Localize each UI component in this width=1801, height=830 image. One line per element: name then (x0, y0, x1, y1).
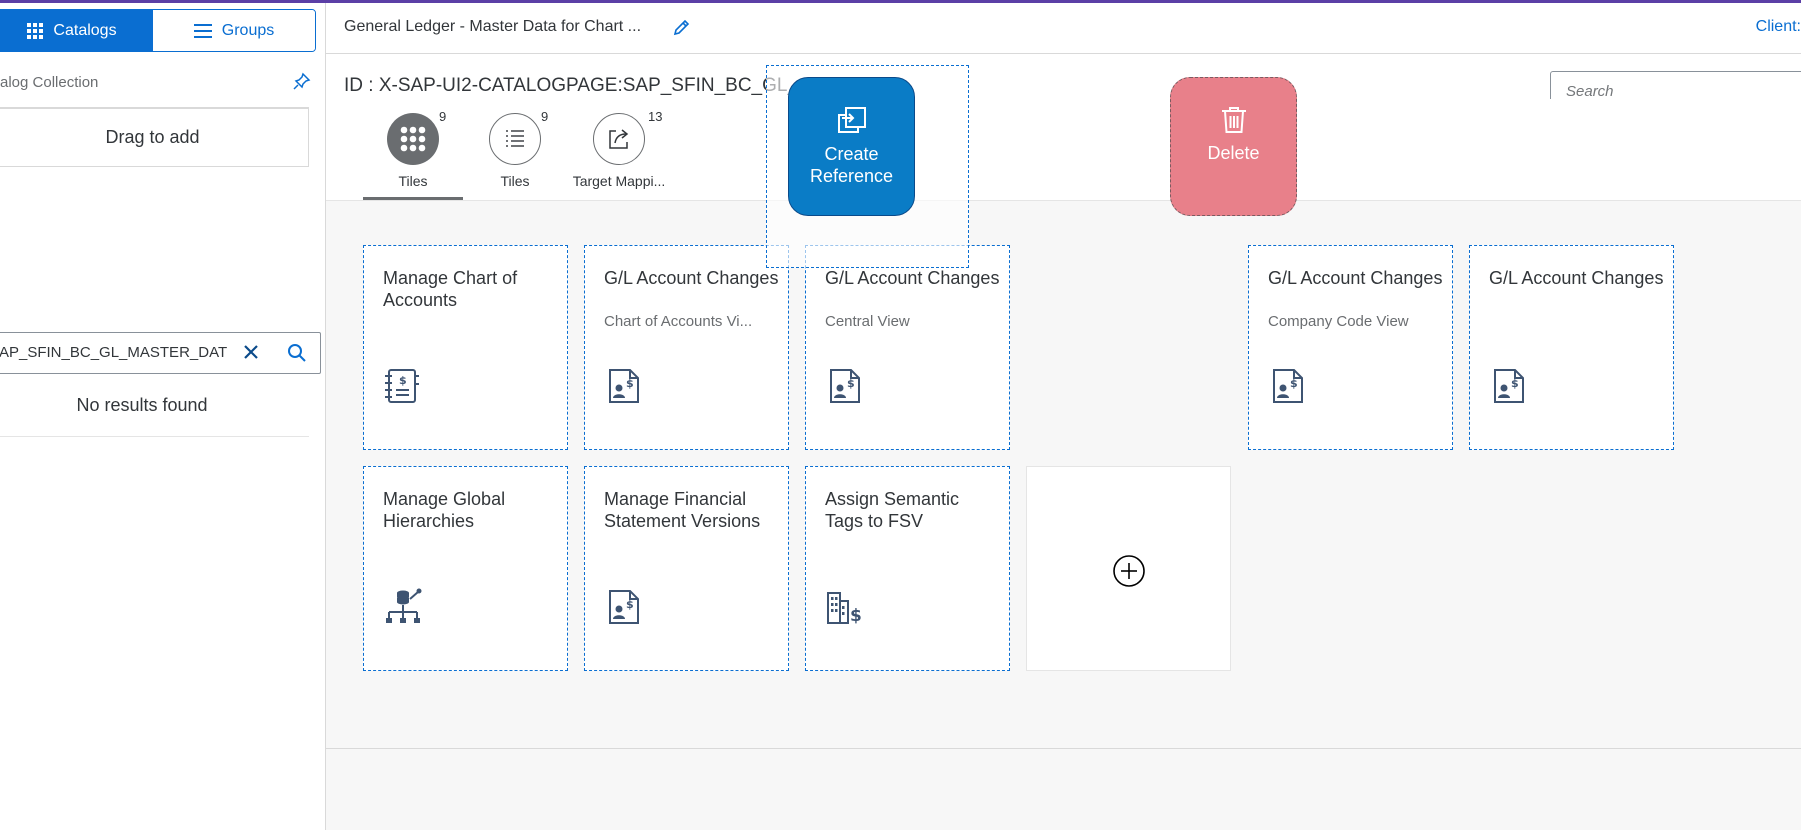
menu-icon (193, 23, 212, 38)
tile-gl-account-changes-central-view[interactable]: G/L Account Changes Central View $ (805, 245, 1010, 450)
create-reference-label: Create Reference (809, 144, 894, 186)
tile-subtitle: Company Code View (1268, 313, 1409, 330)
tab-count: 9 (439, 109, 447, 124)
client-label[interactable]: Client: (1756, 18, 1801, 36)
divider (0, 436, 309, 437)
tab-label: Target Mappi... (572, 173, 666, 189)
hierarchy-icon (386, 588, 422, 623)
add-tile-button[interactable] (1026, 466, 1231, 671)
tile-gl-account-changes-company-code-view[interactable]: G/L Account Changes Company Code View $ (1248, 245, 1453, 450)
main-area: General Ledger - Master Data for Chart .… (326, 3, 1801, 830)
account-doc-icon: $ (609, 369, 639, 403)
svg-text:$: $ (1290, 377, 1298, 390)
svg-text:$: $ (1511, 377, 1519, 390)
tile-manage-chart-of-accounts[interactable]: Manage Chart of Accounts $ (363, 245, 568, 450)
delete-label: Delete (1207, 143, 1260, 163)
ledger-icon: $ (385, 369, 419, 403)
building-dollar-icon: $ (827, 592, 862, 626)
tile-title: G/L Account Changes (825, 268, 1000, 288)
tile-title: Manage Financial Statement Versions (604, 489, 761, 531)
tile-title: Manage Global Hierarchies (383, 489, 506, 531)
grid-icon (27, 22, 44, 39)
svg-text:$: $ (850, 606, 862, 626)
catalogs-tab-label: Catalogs (53, 21, 117, 39)
drag-to-add-label: Drag to add (105, 127, 200, 147)
tab-label: Tiles (398, 173, 428, 189)
pin-icon[interactable] (293, 72, 311, 90)
shell-header: General Ledger - Master Data for Chart .… (326, 3, 1801, 54)
tile-gl-account-changes-coa-view[interactable]: G/L Account Changes Chart of Accounts Vi… (584, 245, 789, 450)
tile-subtitle: Central View (825, 313, 910, 330)
svg-text:$: $ (626, 598, 634, 611)
tab-target-mappings[interactable]: 13 Target Mappi... (566, 109, 672, 189)
account-doc-icon: $ (1273, 369, 1303, 403)
groups-tab-button[interactable]: Groups (153, 10, 315, 51)
catalog-id: ID : X-SAP-UI2-CATALOGPAGE:SAP_SFIN_BC_G… (344, 75, 799, 96)
search-icon[interactable] (286, 342, 308, 364)
clear-icon[interactable] (240, 341, 262, 363)
active-tab-indicator (363, 197, 463, 200)
tab-label: Tiles (500, 173, 530, 189)
groups-tab-label: Groups (221, 21, 275, 39)
tile-assign-semantic-tags-to-fsv[interactable]: Assign Semantic Tags to FSV $ (805, 466, 1010, 671)
tile-title: G/L Account Changes (1268, 268, 1443, 288)
account-doc-icon: $ (830, 369, 860, 403)
tab-bar: 9 Tiles 9 Tiles 13 Target Mappi... (326, 99, 1801, 201)
tile-subtitle: Chart of Accounts Vi... (604, 313, 753, 330)
catalog-search-value: AP_SFIN_BC_GL_MASTER_DAT (0, 344, 227, 361)
tile-title: G/L Account Changes (604, 268, 779, 288)
tile-manage-global-hierarchies[interactable]: Manage Global Hierarchies (363, 466, 568, 671)
grid-icon (400, 126, 426, 152)
bottom-pane (326, 749, 1801, 830)
no-results-message: No results found (76, 395, 208, 415)
tab-count: 13 (648, 109, 663, 124)
catalog-sidebar: Catalogs Groups alog Collection Drag to … (0, 3, 326, 830)
delete-drop-target[interactable]: Delete (1170, 77, 1297, 216)
trash-icon (1221, 107, 1246, 133)
catalog-search-field[interactable]: AP_SFIN_BC_GL_MASTER_DAT (0, 332, 321, 374)
list-icon (506, 130, 524, 147)
tile-title: Manage Chart of Accounts (383, 268, 518, 310)
svg-text:$: $ (399, 374, 407, 387)
share-icon (609, 129, 629, 149)
svg-text:$: $ (626, 377, 634, 390)
create-reference-icon (837, 107, 866, 133)
tab-tiles-list[interactable]: 9 Tiles (462, 109, 568, 189)
collection-title: alog Collection (0, 74, 99, 91)
tile-title: G/L Account Changes (1489, 268, 1664, 288)
tab-count: 9 (541, 109, 549, 124)
tab-tiles-grid-circle (387, 113, 439, 165)
page-title: General Ledger - Master Data for Chart .… (344, 18, 642, 35)
add-icon (1113, 555, 1145, 587)
tile-manage-financial-statement-versions[interactable]: Manage Financial Statement Versions $ (584, 466, 789, 671)
catalogs-tab-button[interactable]: Catalogs (0, 10, 153, 51)
tile-container: Manage Chart of Accounts $ G/L Account C… (326, 201, 1801, 749)
account-doc-icon: $ (1494, 369, 1524, 403)
svg-text:$: $ (847, 377, 855, 390)
edit-icon[interactable] (672, 17, 692, 37)
tab-tiles-grid[interactable]: 9 Tiles (360, 109, 466, 189)
drag-to-add-area[interactable]: Drag to add (0, 107, 309, 167)
account-doc-icon: $ (609, 590, 639, 624)
tile-search-placeholder: Search (1566, 83, 1614, 100)
tab-tiles-list-circle (489, 113, 541, 165)
tile-gl-account-changes[interactable]: G/L Account Changes $ (1469, 245, 1674, 450)
create-reference-drop-target[interactable]: Create Reference (788, 77, 915, 216)
tile-title: Assign Semantic Tags to FSV (825, 489, 960, 531)
catalogs-groups-toggle: Catalogs Groups (0, 9, 316, 52)
tab-target-mappings-circle (593, 113, 645, 165)
